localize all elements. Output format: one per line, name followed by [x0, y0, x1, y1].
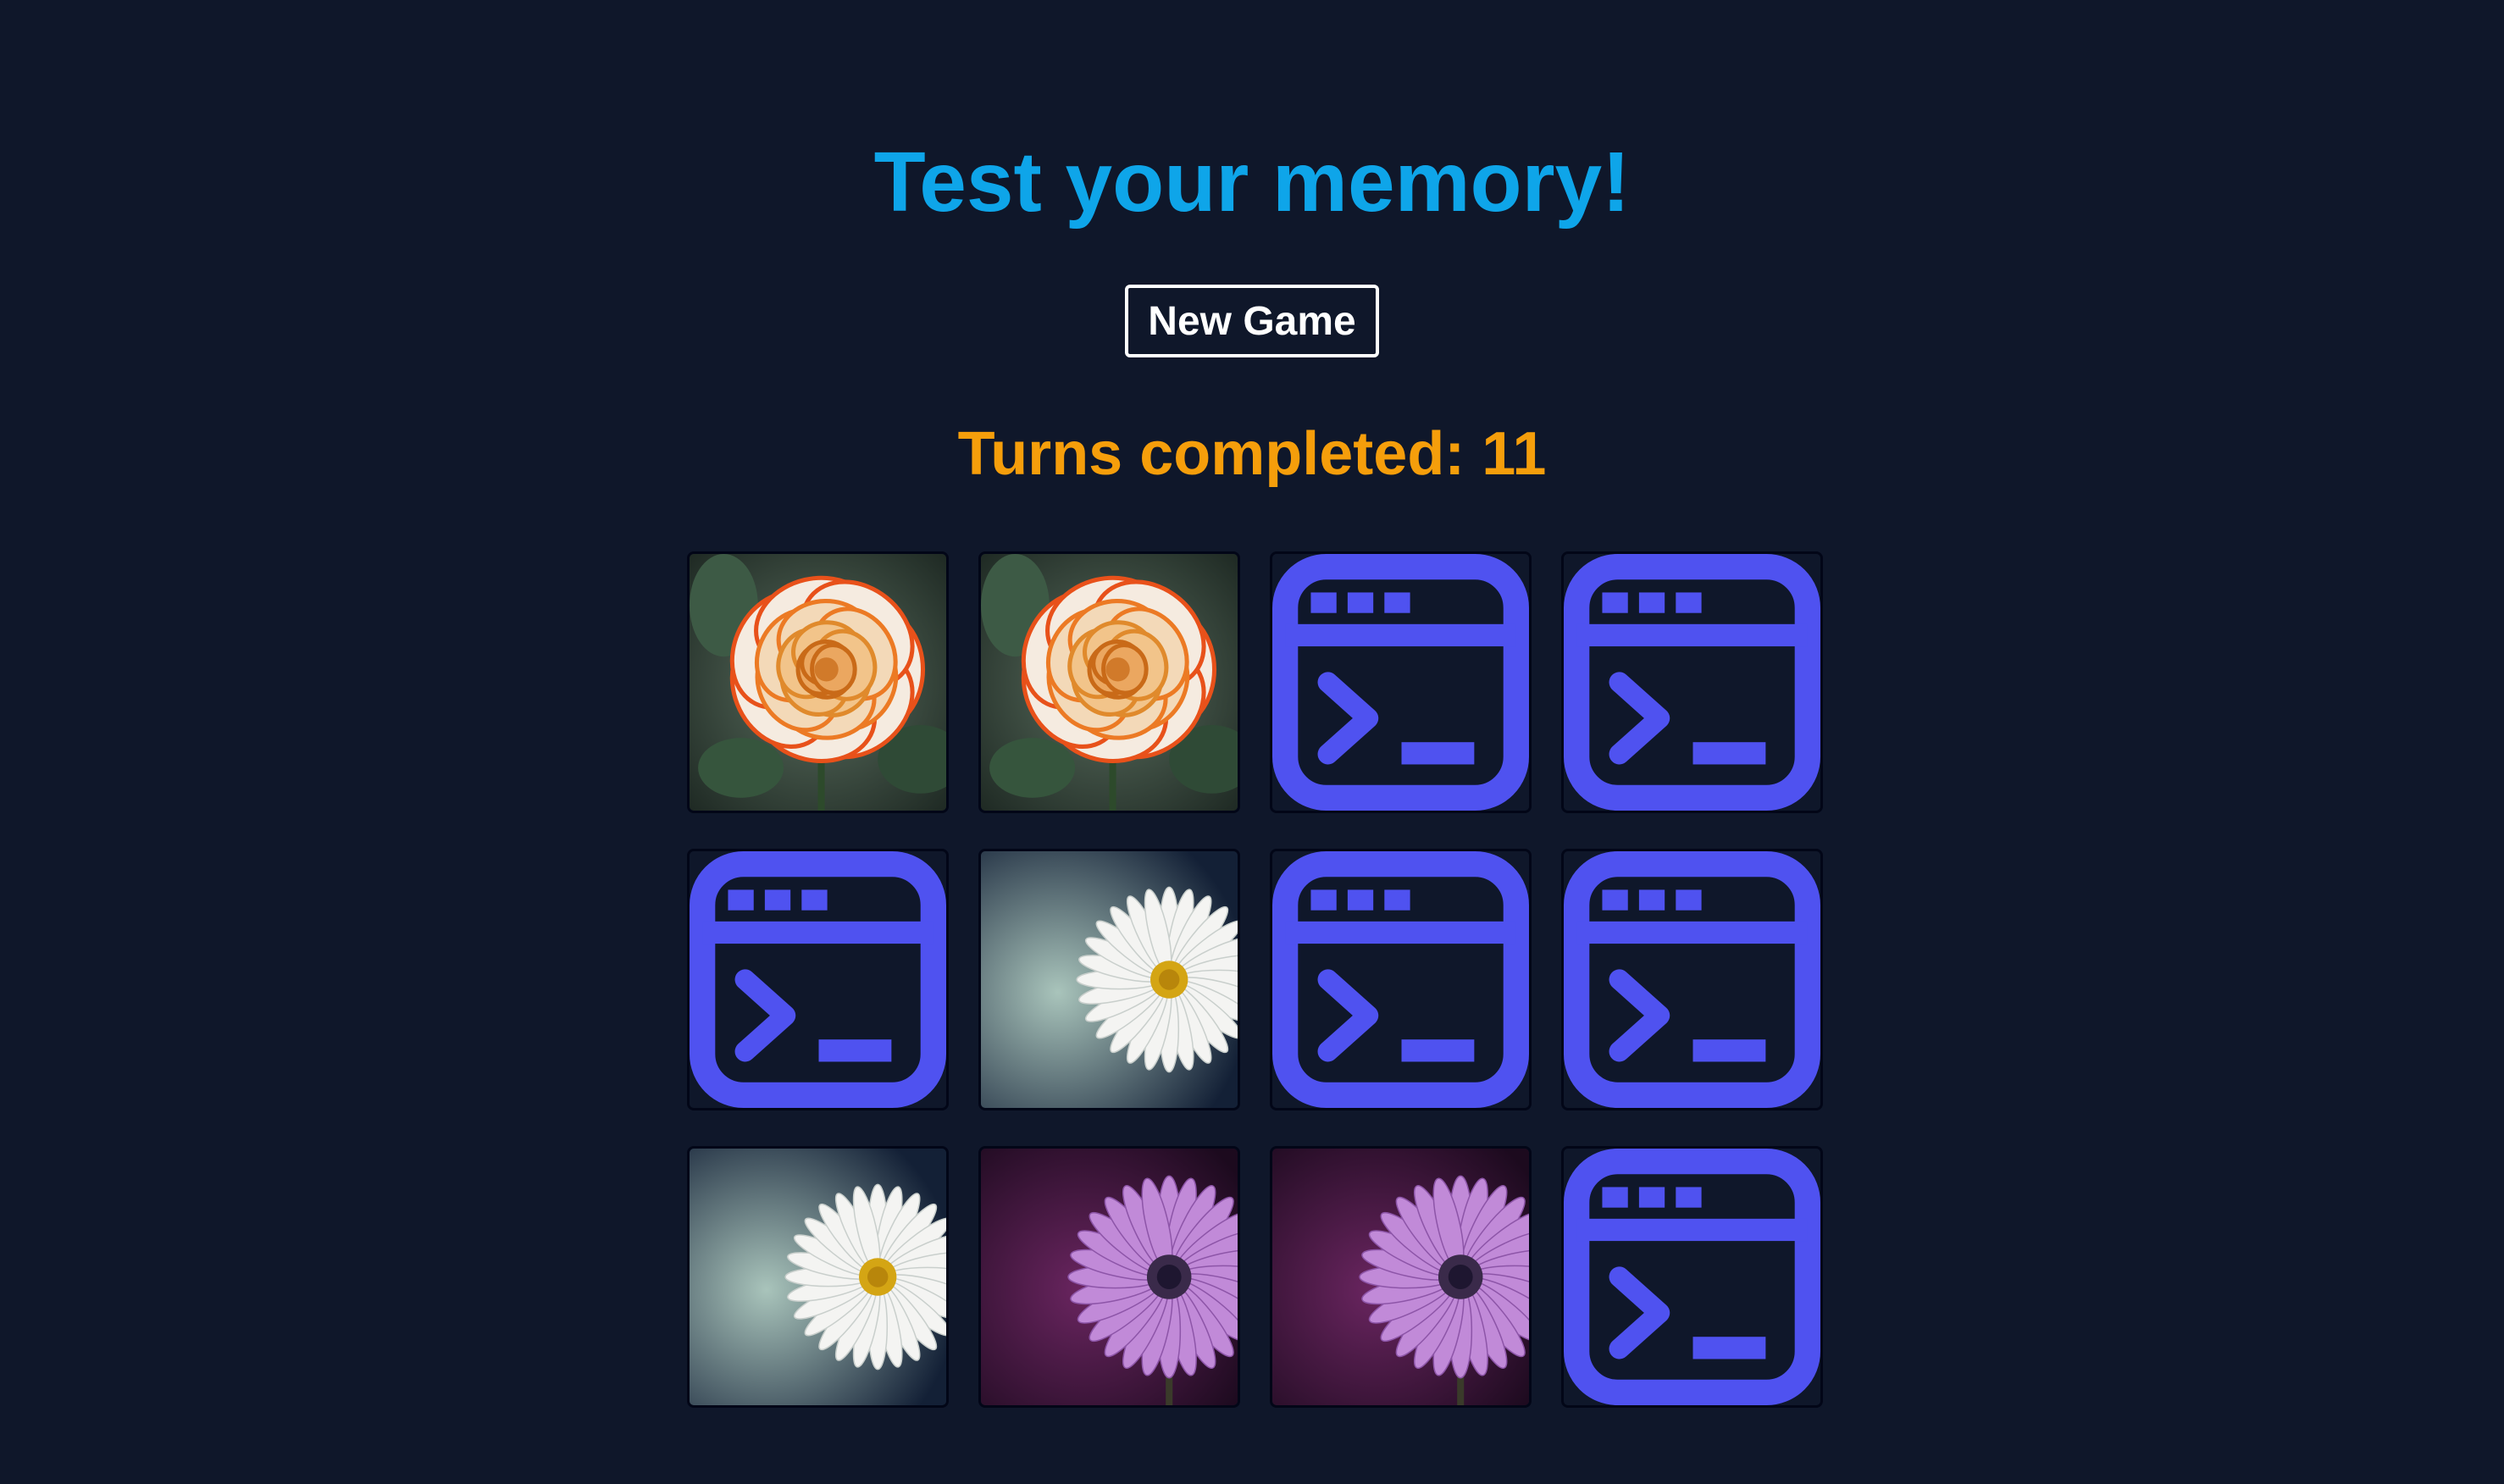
turns-value: 11 — [1482, 420, 1547, 488]
card-face-down[interactable] — [1561, 1146, 1823, 1408]
card-face-down[interactable] — [1561, 551, 1823, 813]
card-face-up-rose[interactable] — [687, 551, 949, 813]
terminal-icon — [1272, 851, 1529, 1108]
card-face-up-purple-daisy[interactable] — [1270, 1146, 1532, 1408]
card-face-down[interactable] — [1561, 849, 1823, 1110]
terminal-icon — [1564, 1149, 1820, 1405]
purple-daisy-image — [1272, 1149, 1529, 1405]
terminal-icon — [1564, 554, 1820, 811]
new-game-button[interactable]: New Game — [1125, 285, 1379, 357]
terminal-icon — [690, 851, 946, 1108]
card-face-up-white-daisy[interactable] — [687, 1146, 949, 1408]
card-face-up-white-daisy[interactable] — [978, 849, 1240, 1110]
card-face-down[interactable] — [1270, 551, 1532, 813]
rose-image — [981, 554, 1238, 811]
white-daisy-image — [690, 1149, 946, 1405]
card-grid — [687, 551, 1825, 1408]
card-face-down[interactable] — [1270, 849, 1532, 1110]
turns-counter: Turns completed: 11 — [0, 413, 2504, 495]
card-face-up-purple-daisy[interactable] — [978, 1146, 1240, 1408]
page-title: Test your memory! — [873, 135, 1631, 230]
terminal-icon — [1564, 851, 1820, 1108]
rose-image — [690, 554, 946, 811]
purple-daisy-image — [981, 1149, 1238, 1405]
turns-label: Turns completed: — [957, 420, 1465, 488]
card-face-down[interactable] — [687, 849, 949, 1110]
terminal-icon — [1272, 554, 1529, 811]
white-daisy-image — [981, 851, 1238, 1108]
memory-game-page: Test your memory! New Game Turns complet… — [0, 0, 2504, 1484]
card-face-up-rose[interactable] — [978, 551, 1240, 813]
